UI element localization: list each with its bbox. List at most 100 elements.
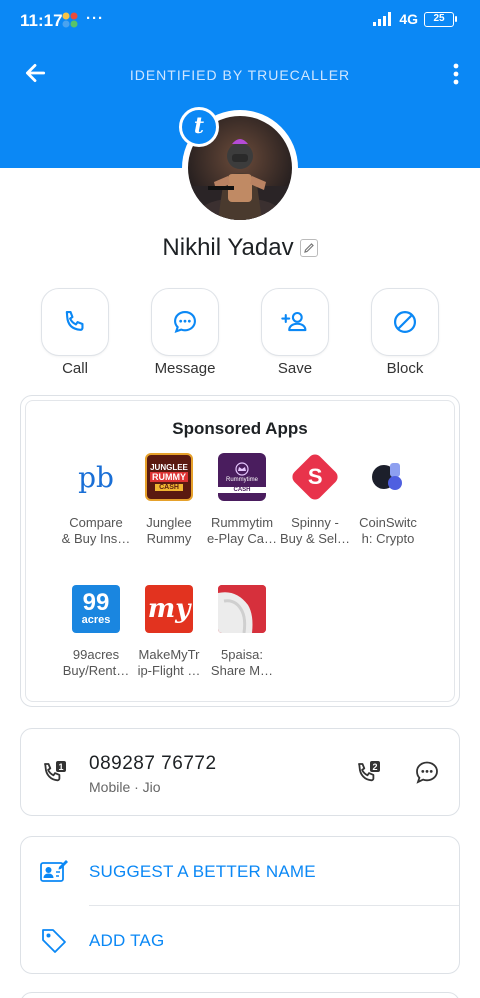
app-label: 99acres Buy/Rent…: [59, 647, 133, 679]
chat-bubble-icon: [174, 311, 196, 334]
app-makemytrip[interactable]: my MakeMyTr ip-Flight …: [132, 585, 206, 679]
app-label: Junglee Rummy: [132, 515, 206, 547]
status-time: 11:17: [20, 11, 63, 30]
block-button[interactable]: [371, 288, 439, 356]
coinswitch-icon: [364, 453, 412, 501]
tag-icon: [42, 929, 66, 953]
save-button[interactable]: [261, 288, 329, 356]
app-label-line1: MakeMyTr: [138, 647, 200, 662]
5paisa-logo: [218, 585, 266, 633]
junglee-text: JUNGLEE: [150, 463, 188, 472]
message-action[interactable]: Message: [151, 288, 219, 377]
sms-icon[interactable]: [413, 759, 441, 787]
99acres-icon: 99 acres: [72, 585, 120, 633]
app-label: Spinny - Buy & Sel…: [278, 515, 352, 547]
call-label: Call: [62, 360, 88, 377]
app-label: CoinSwitc h: Crypto: [351, 515, 425, 547]
message-button[interactable]: [151, 288, 219, 356]
app-label-line2: Buy & Sel…: [279, 531, 351, 546]
status-right: 4G 25: [373, 11, 457, 27]
mmt-logo-text: my: [147, 594, 191, 624]
app-label-line1: Compare: [69, 515, 123, 530]
app-label: Rummytim e-Play Ca…: [205, 515, 279, 547]
app-99acres[interactable]: 99 acres 99acres Buy/Rent…: [59, 585, 133, 679]
phone-number-card: 1 089287 76772 Mobile · Jio 2: [20, 728, 460, 816]
sim1-badge: 1: [58, 762, 63, 772]
suggest-name-row[interactable]: SUGGEST A BETTER NAME: [21, 837, 459, 906]
save-label: Save: [277, 360, 313, 377]
sponsored-apps-inner: Sponsored Apps pb Compare & Buy Ins… JUN…: [25, 400, 455, 702]
spinny-diamond: S: [291, 453, 339, 501]
suggest-name-label: SUGGEST A BETTER NAME: [89, 862, 316, 881]
app-label-line2: ip-Flight …: [137, 663, 201, 678]
cash-text: CASH: [155, 484, 183, 491]
call-button[interactable]: [41, 288, 109, 356]
status-more-dots: ···: [86, 10, 104, 27]
99-text: 99: [82, 589, 110, 616]
app-label-line2: & Buy Ins…: [61, 531, 131, 546]
spinny-icon: S: [291, 453, 339, 501]
app-rummytime[interactable]: Rummytime CASH Rummytim e-Play Ca…: [205, 453, 279, 547]
policybazaar-icon: pb: [72, 453, 120, 501]
block-icon: [393, 310, 417, 334]
battery-level: 25: [433, 12, 445, 24]
app-label-line1: Spinny -: [291, 515, 339, 530]
phone-icon: [65, 311, 84, 331]
app-label-line1: Rummytim: [210, 515, 274, 530]
next-card-peek: [20, 992, 460, 998]
add-person-icon: [281, 311, 307, 332]
phone-type-carrier: Mobile · Jio: [89, 779, 161, 795]
5paisa-icon: [218, 585, 266, 633]
app-coinswitch[interactable]: CoinSwitc h: Crypto: [351, 453, 425, 547]
app-label: Compare & Buy Ins…: [59, 515, 133, 547]
app-label: MakeMyTr ip-Flight …: [132, 647, 206, 679]
more-vertical-icon[interactable]: [450, 62, 462, 86]
signal-icon: [373, 12, 392, 26]
acres-text: acres: [81, 614, 111, 626]
call-action[interactable]: Call: [41, 288, 109, 377]
app-label-line2: e-Play Ca…: [206, 531, 278, 546]
app-notification-icon: [62, 12, 78, 28]
status-bar: 11:17 ··· 4G 25: [0, 0, 480, 40]
sim2-call-icon[interactable]: 2: [355, 759, 383, 787]
message-label: Message: [154, 360, 216, 377]
edit-contact-icon: [40, 860, 68, 882]
rummytime-cash-text: CASH: [218, 486, 266, 493]
app-5paisa[interactable]: 5paisa: Share M…: [205, 585, 279, 679]
crown-icon: [235, 461, 249, 476]
options-card: SUGGEST A BETTER NAME ADD TAG: [20, 836, 460, 974]
app-label: 5paisa: Share M…: [205, 647, 279, 679]
app-label-line2: Share M…: [210, 663, 274, 678]
page-title: IDENTIFIED BY TRUECALLER: [129, 67, 351, 83]
app-junglee-rummy[interactable]: JUNGLEE RUMMY CASH Junglee Rummy: [132, 453, 206, 547]
truecaller-badge-icon: t: [179, 107, 219, 147]
app-label-line1: CoinSwitc: [359, 515, 417, 530]
sim2-badge: 2: [372, 762, 377, 772]
name-row: Nikhil Yadav: [0, 234, 480, 262]
sponsored-title: Sponsored Apps: [172, 419, 308, 438]
sim1-call-icon[interactable]: 1: [41, 759, 69, 787]
app-label-line1: Junglee: [146, 515, 192, 530]
coinswitch-logo: [372, 463, 402, 490]
app-label-line2: h: Crypto: [361, 531, 415, 546]
app-spinny[interactable]: S Spinny - Buy & Sel…: [278, 453, 352, 547]
edit-pencil-icon[interactable]: [299, 239, 318, 257]
block-label: Block: [386, 360, 424, 377]
rummytime-text: Rummytime: [225, 476, 258, 483]
junglee-rummy-icon: JUNGLEE RUMMY CASH: [145, 453, 193, 501]
add-tag-label: ADD TAG: [89, 931, 165, 950]
app-policybazaar[interactable]: pb Compare & Buy Ins…: [59, 453, 133, 547]
contact-name: Nikhil Yadav: [162, 234, 294, 261]
block-action[interactable]: Block: [371, 288, 439, 377]
add-tag-row[interactable]: ADD TAG: [21, 906, 459, 974]
rummy-text: RUMMY: [150, 472, 188, 482]
network-type: 4G: [399, 11, 418, 27]
save-action[interactable]: Save: [261, 288, 329, 377]
phone-number[interactable]: 089287 76772: [89, 753, 217, 775]
pb-logo-text: pb: [78, 460, 114, 494]
app-label-line2: Buy/Rent…: [62, 663, 130, 678]
app-label-line2: Rummy: [146, 531, 192, 546]
battery-icon: 25: [424, 11, 457, 27]
app-label-line1: 5paisa:: [221, 647, 263, 662]
makemytrip-icon: my: [145, 585, 193, 633]
